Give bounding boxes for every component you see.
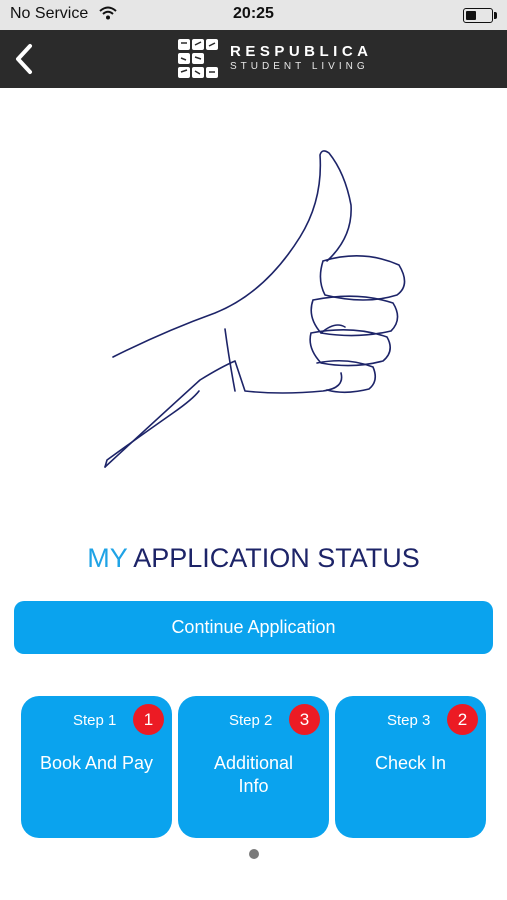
status-bar: No Service 20:25 — [0, 0, 507, 30]
step-card-additional-info[interactable]: Step 2 3 Additional Info — [178, 696, 329, 838]
page-indicator-dot — [249, 849, 259, 859]
step-number: Step 1 — [73, 712, 117, 729]
continue-application-button[interactable]: Continue Application — [14, 601, 493, 654]
logo-subtitle: STUDENT LIVING — [230, 61, 369, 72]
step-badge: 3 — [289, 704, 320, 735]
step-label: Book And Pay — [39, 753, 154, 773]
back-button[interactable] — [8, 40, 42, 78]
step-badge: 2 — [447, 704, 478, 735]
page-title: MY APPLICATION STATUS — [0, 543, 507, 574]
step-label: Additional Info — [213, 753, 294, 796]
thumbs-up-illustration — [104, 150, 406, 468]
respublica-logo: RESPUBLICA STUDENT LIVING — [178, 39, 378, 79]
step-card-book-and-pay[interactable]: Step 1 1 Book And Pay — [21, 696, 172, 838]
nav-bar: RESPUBLICA STUDENT LIVING — [0, 30, 507, 88]
step-number: Step 2 — [229, 712, 273, 729]
status-time: 20:25 — [233, 5, 274, 22]
step-card-check-in[interactable]: Step 3 2 Check In — [335, 696, 486, 838]
page-title-accent: MY — [87, 543, 128, 573]
battery-icon — [463, 8, 497, 23]
page-title-rest: APPLICATION STATUS — [127, 543, 420, 573]
step-badge: 1 — [133, 704, 164, 735]
logo-title: RESPUBLICA — [230, 43, 373, 60]
battery-level — [466, 11, 476, 20]
step-label: Check In — [374, 753, 447, 773]
chevron-left-icon — [16, 44, 32, 74]
logo-mark-icon — [178, 39, 218, 78]
step-number: Step 3 — [387, 712, 431, 729]
